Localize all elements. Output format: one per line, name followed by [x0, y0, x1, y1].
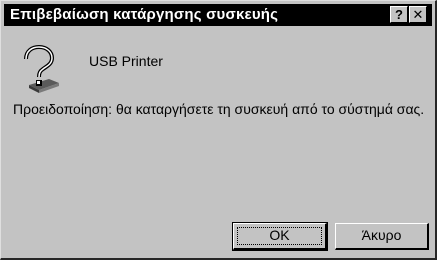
question-printer-icon	[19, 44, 63, 95]
close-button[interactable]: ✕	[409, 6, 427, 23]
help-button[interactable]: ?	[390, 6, 408, 23]
device-name: USB Printer	[89, 53, 163, 69]
ok-button-label: OK	[269, 227, 290, 243]
window-title: Επιβεβαίωση κατάργησης συσκευής	[10, 6, 279, 23]
cancel-button-label: Άκυρο	[361, 227, 402, 243]
cancel-button[interactable]: Άκυρο	[335, 223, 429, 250]
remove-device-dialog: Επιβεβαίωση κατάργησης συσκευής ? ✕ USB …	[0, 0, 437, 260]
ok-button[interactable]: OK	[232, 222, 328, 251]
title-bar[interactable]: Επιβεβαίωση κατάργησης συσκευής ? ✕	[4, 4, 432, 26]
warning-message: Προειδοποίηση: θα καταργήσετε τη συσκευή…	[13, 101, 425, 117]
